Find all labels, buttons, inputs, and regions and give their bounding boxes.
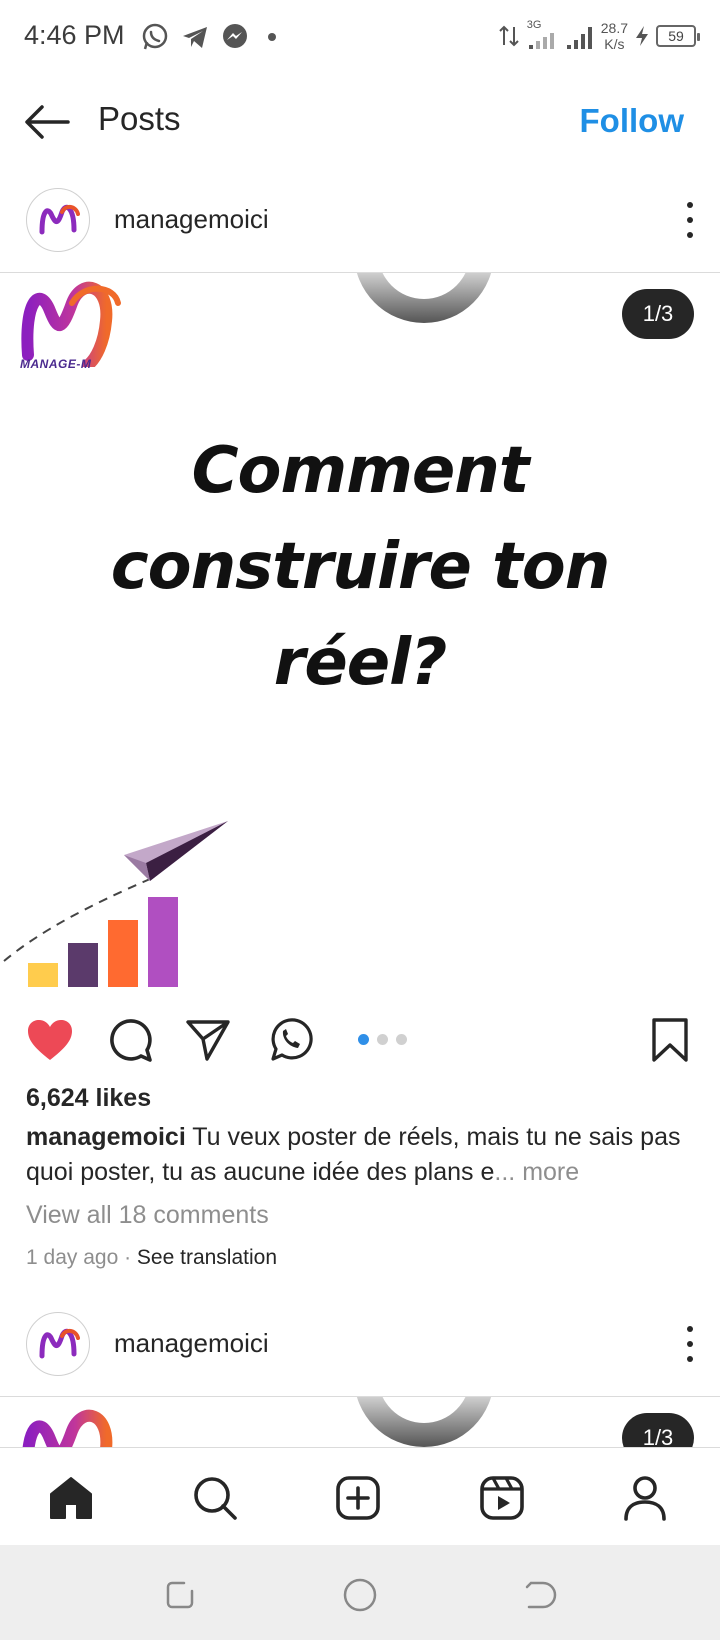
recent-apps-icon (166, 1581, 194, 1609)
recent-apps-button[interactable] (160, 1575, 200, 1615)
post-username[interactable]: managemoici (114, 204, 269, 235)
network-speed: 28.7 K/s (601, 20, 628, 52)
heart-icon (28, 1020, 72, 1060)
comment-button[interactable] (104, 1014, 156, 1066)
headline-line-2: construire ton (110, 530, 611, 604)
likes-count[interactable]: 6,624 likes (26, 1084, 151, 1113)
home-icon (50, 1477, 92, 1519)
network-speed-unit: K/s (604, 36, 625, 52)
post-media[interactable]: MANAGE-M 1/3 Comment construire ton réel… (0, 273, 720, 1001)
carousel-counter: 1/3 (622, 289, 694, 339)
see-translation-link[interactable]: See translation (137, 1246, 277, 1269)
charging-icon (636, 26, 648, 46)
nav-reels[interactable] (474, 1470, 530, 1526)
post-username[interactable]: managemoici (114, 1328, 269, 1359)
back-system-icon (525, 1581, 557, 1609)
whatsapp-notification-icon (140, 22, 170, 52)
bookmark-icon (652, 1018, 688, 1062)
nav-profile[interactable] (617, 1470, 673, 1526)
avatar[interactable] (26, 188, 90, 252)
app-header: Posts Follow (0, 72, 720, 172)
whatsapp-share-button[interactable] (264, 1014, 316, 1066)
signal-icon: 3G (525, 19, 559, 51)
avatar[interactable] (26, 1312, 90, 1376)
headline-line-3: réel? (273, 626, 447, 700)
data-transfer-icon (499, 25, 519, 47)
plus-square-icon (336, 1476, 380, 1520)
home-system-button[interactable] (340, 1575, 380, 1615)
post-headline: Comment construire ton réel? (60, 423, 660, 711)
carousel-dot (396, 1034, 407, 1045)
post-meta: 1 day ago · See translation (26, 1246, 277, 1270)
comment-icon (110, 1019, 152, 1062)
bottom-navigation (0, 1447, 720, 1545)
managemoi-logo-icon (39, 1329, 80, 1359)
brand-logo-text: MANAGE-M (20, 357, 92, 371)
messenger-notification-icon (220, 22, 250, 52)
arrow-left-icon (25, 105, 70, 139)
signal-icon-2 (566, 27, 592, 49)
share-button[interactable] (182, 1014, 234, 1066)
network-speed-value: 28.7 (600, 20, 628, 36)
follow-button[interactable]: Follow (580, 102, 684, 140)
profile-icon (624, 1476, 666, 1521)
meta-separator: · (118, 1246, 137, 1269)
brand-logo: MANAGE-M (14, 281, 124, 381)
post-options-button[interactable] (678, 198, 702, 242)
decorative-ring (356, 273, 492, 323)
managemoi-logo-icon (39, 205, 80, 235)
post-options-button[interactable] (678, 1322, 702, 1366)
nav-create[interactable] (330, 1470, 386, 1526)
save-button[interactable] (644, 1014, 696, 1066)
nav-search[interactable] (187, 1470, 243, 1526)
system-status: 3G 28.7 K/s 59 (499, 14, 700, 58)
notification-icons (140, 20, 276, 54)
post-action-bar (0, 1008, 720, 1072)
status-time: 4:46 PM (24, 20, 125, 50)
caption-username[interactable]: managemoici (26, 1123, 186, 1151)
back-system-button[interactable] (520, 1575, 560, 1615)
carousel-dot (377, 1034, 388, 1045)
page-title: Posts (98, 100, 181, 137)
post-header: managemoici (0, 172, 720, 268)
carousel-dot-active (358, 1034, 369, 1045)
headline-line-1: Comment (191, 434, 530, 508)
like-button[interactable] (24, 1014, 76, 1066)
battery-icon: 59 (656, 25, 700, 47)
send-icon (186, 1020, 230, 1061)
nav-home[interactable] (43, 1470, 99, 1526)
growth-chart-illustration (3, 821, 228, 987)
circle-home-icon (343, 1578, 377, 1612)
next-post-header: managemoici (0, 1296, 720, 1392)
decorative-ring (356, 1397, 492, 1447)
carousel-counter: 1/3 (622, 1413, 694, 1447)
view-comments-link[interactable]: View all 18 comments (26, 1201, 269, 1230)
system-navigation-bar (0, 1545, 720, 1640)
status-bar: 4:46 PM 3G 28.7 K/s 59 (0, 0, 720, 72)
whatsapp-icon (271, 1018, 313, 1061)
post-timestamp: 1 day ago (26, 1246, 119, 1269)
search-icon (194, 1477, 237, 1520)
managemoi-logo-icon (21, 281, 121, 371)
managemoi-logo-icon (22, 1409, 113, 1447)
post-caption: managemoici Tu veux poster de réels, mai… (26, 1120, 698, 1190)
telegram-notification-icon (180, 22, 210, 52)
next-post-media[interactable]: 1/3 (0, 1397, 720, 1447)
more-notifications-dot (268, 33, 276, 41)
reels-icon (480, 1476, 524, 1520)
caption-more-link[interactable]: ... more (494, 1158, 579, 1186)
carousel-indicator (358, 1034, 407, 1045)
back-button[interactable] (22, 96, 74, 148)
